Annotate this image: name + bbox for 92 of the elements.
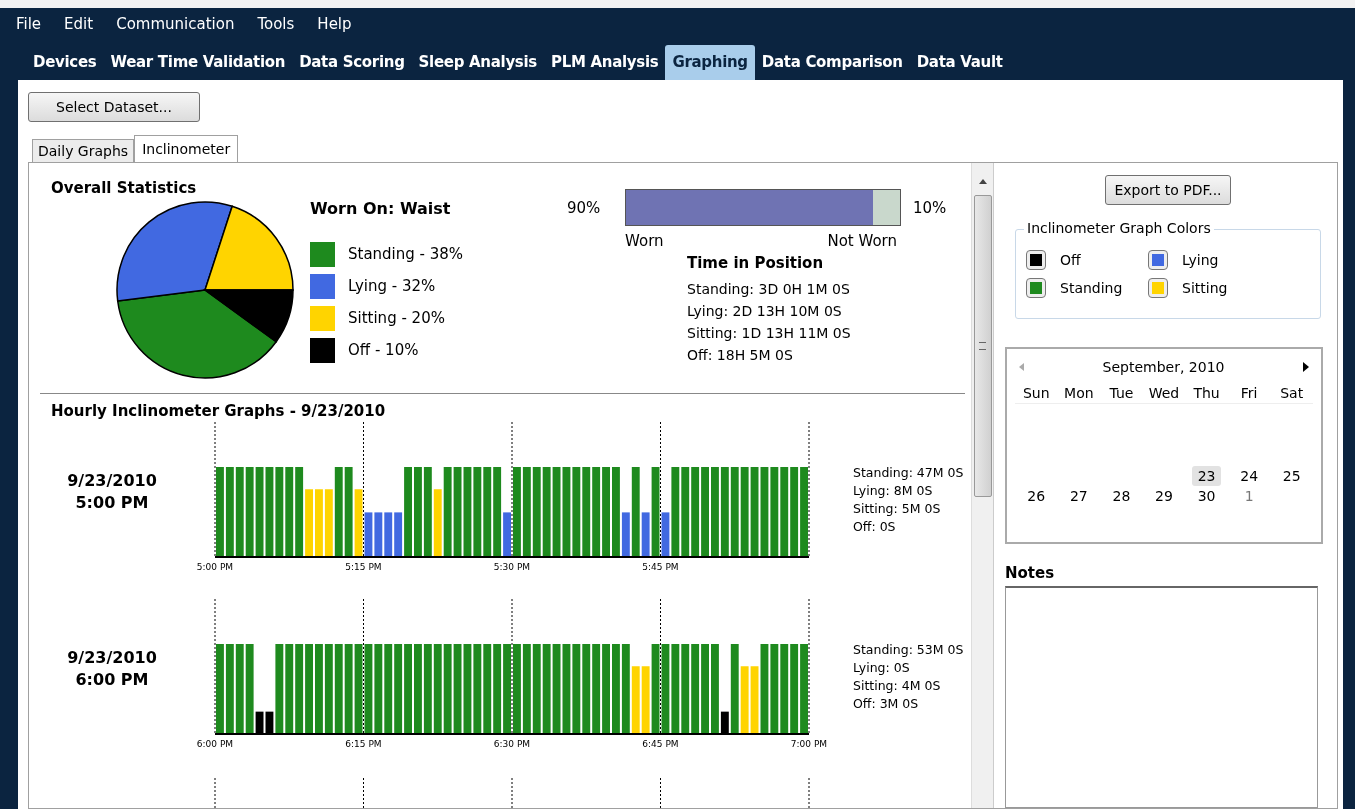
legend-label: Lying - 32% — [348, 277, 436, 295]
summary-line: Off: 0S — [853, 518, 897, 536]
scrollbar[interactable] — [971, 163, 993, 808]
tick-label: 5:45 PM — [642, 562, 679, 572]
scroll-up-icon[interactable] — [978, 179, 987, 184]
summary-line: Off: 3M 0S — [853, 695, 920, 713]
nav-tab[interactable]: Data Vault — [909, 45, 1010, 80]
section-title: Hourly Inclinometer Graphs - 9/23/2010 — [51, 402, 387, 420]
tick-label: 6:30 PM — [493, 739, 531, 749]
tick-label: 5:30 PM — [493, 562, 531, 572]
previous-month-icon[interactable] — [1019, 363, 1024, 371]
color-label: Standing — [1060, 280, 1123, 296]
menu-item[interactable]: Tools — [257, 14, 306, 33]
graph-date: 9/23/2010 — [67, 646, 157, 669]
tick-label: 7:00 PM — [790, 739, 828, 749]
color-label: Lying — [1182, 252, 1219, 268]
notes-title: Notes — [1005, 564, 1056, 582]
grid-line — [214, 778, 216, 808]
nav-tab[interactable]: Graphing — [665, 45, 755, 80]
tick-label: 6:00 PM — [196, 739, 234, 749]
legend-label: Off - 10% — [348, 341, 419, 359]
color-label: Off — [1060, 252, 1081, 268]
calendar-day[interactable]: 29 — [1149, 486, 1179, 506]
not-worn-percent: 10% — [913, 198, 948, 217]
summary-line: Lying: 0S — [853, 659, 911, 677]
nav-tab[interactable]: Data Comparison — [754, 45, 910, 80]
notes-field[interactable] — [1005, 586, 1318, 808]
calendar-day[interactable]: 25 — [1276, 466, 1307, 486]
worn-label: Worn — [625, 232, 664, 250]
menu-item[interactable]: File — [16, 14, 53, 33]
nav-tab[interactable]: PLM Analysis — [543, 45, 666, 80]
nav-tab[interactable]: Wear Time Validation — [103, 45, 293, 80]
graph-time: 5:00 PM — [75, 491, 149, 514]
graph-date: 9/23/2010 — [67, 469, 157, 492]
color-swatch[interactable] — [1148, 278, 1168, 298]
tick-label: 6:45 PM — [642, 739, 679, 749]
summary-line: Standing: 47M 0S — [853, 464, 964, 482]
weekday-label: Tue — [1108, 385, 1135, 401]
section-title: Overall Statistics — [51, 179, 198, 197]
scroll-thumb[interactable] — [973, 195, 992, 497]
legend-label: Sitting - 20% — [348, 309, 445, 327]
month-title: September, 2010 — [1102, 359, 1225, 375]
summary-line: Lying: 8M 0S — [853, 482, 934, 500]
menu-item[interactable]: Communication — [116, 14, 246, 33]
group-title: Inclinometer Graph Colors — [1024, 220, 1214, 236]
worn-on-label: Worn On: Waist — [310, 199, 452, 218]
tick-label: 6:15 PM — [345, 739, 382, 749]
export-pdf-button[interactable]: Export to PDF... — [1105, 175, 1231, 205]
time-line: Lying: 2D 13H 10M 0S — [687, 302, 843, 321]
weekday-label: Wed — [1147, 385, 1181, 401]
tick-label: 5:15 PM — [345, 562, 382, 572]
sub-tab[interactable]: Daily Graphs — [32, 139, 135, 162]
weekday-label: Thu — [1192, 385, 1221, 401]
weekday-label: Sun — [1021, 385, 1051, 401]
graph-time: 6:00 PM — [75, 668, 149, 691]
summary-line: Sitting: 4M 0S — [853, 677, 942, 695]
time-line: Sitting: 1D 13H 11M 0S — [687, 324, 852, 343]
weekday-label: Mon — [1063, 385, 1095, 401]
grid-line — [808, 778, 810, 808]
grid-line — [363, 778, 364, 808]
grid-line — [511, 778, 513, 808]
nav-tab[interactable]: Sleep Analysis — [411, 45, 544, 80]
menu-item[interactable]: Edit — [64, 14, 105, 33]
color-label: Sitting — [1182, 280, 1228, 296]
color-swatch[interactable] — [1026, 278, 1046, 298]
worn-percent: 90% — [567, 198, 602, 217]
calendar-day[interactable]: 27 — [1063, 486, 1094, 506]
weekday-label: Fri — [1239, 385, 1259, 401]
calendar-day[interactable]: 23 — [1191, 466, 1222, 486]
sub-tab[interactable]: Inclinometer — [134, 135, 239, 163]
calendar-day[interactable]: 1 — [1238, 486, 1260, 506]
nav-tab[interactable]: Data Scoring — [292, 45, 412, 80]
next-month-icon[interactable] — [1303, 362, 1309, 372]
grid-line — [660, 778, 661, 808]
color-swatch[interactable] — [1026, 250, 1046, 270]
summary-line: Standing: 53M 0S — [853, 641, 964, 659]
tick-label: 5:00 PM — [196, 562, 234, 572]
time-line: Off: 18H 5M 0S — [687, 346, 794, 365]
weekday-label: Sat — [1279, 385, 1305, 401]
menu-item[interactable]: Help — [317, 14, 363, 33]
select-dataset-button[interactable]: Select Dataset... — [28, 92, 200, 122]
color-swatch[interactable] — [1148, 250, 1168, 270]
summary-line: Sitting: 5M 0S — [853, 500, 942, 518]
time-line: Standing: 3D 0H 1M 0S — [687, 280, 851, 299]
calendar-day[interactable]: 28 — [1106, 486, 1137, 506]
legend-label: Standing - 38% — [348, 245, 464, 263]
time-in-position-title: Time in Position — [687, 253, 825, 274]
calendar-day[interactable]: 24 — [1234, 466, 1265, 486]
calendar-day[interactable]: 26 — [1021, 486, 1052, 506]
nav-tab[interactable]: Devices — [26, 45, 104, 80]
not-worn-label: Not Worn — [827, 232, 897, 250]
calendar-day[interactable]: 30 — [1191, 486, 1222, 506]
